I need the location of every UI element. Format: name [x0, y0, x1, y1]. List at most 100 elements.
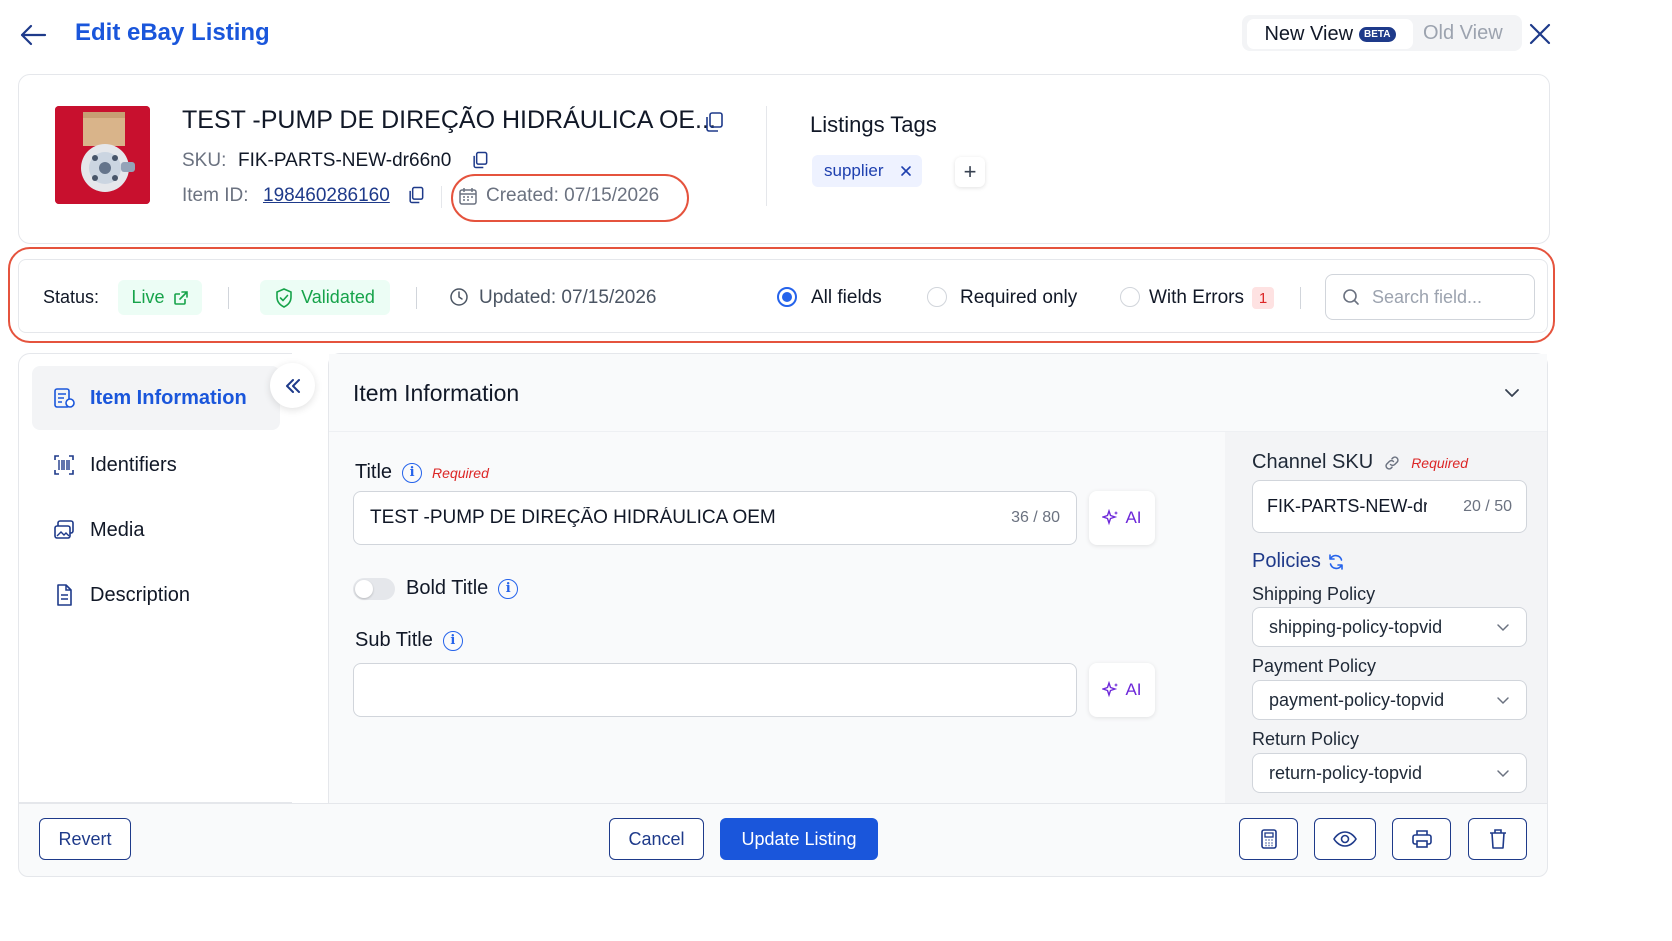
update-listing-button[interactable]: Update Listing — [720, 818, 878, 860]
payment-policy-value: payment-policy-topvid — [1269, 689, 1445, 710]
calculator-icon — [1260, 829, 1277, 849]
add-tag-button[interactable]: + — [955, 157, 985, 187]
item-id-label: Item ID: — [182, 185, 249, 206]
validated-label: Validated — [301, 287, 375, 307]
subtitle-field-label: Sub Title i — [355, 629, 463, 652]
subtitle-input[interactable] — [370, 679, 1060, 701]
media-icon — [52, 518, 76, 542]
title-char-counter: 36 / 80 — [1011, 509, 1060, 526]
payment-policy-select[interactable]: payment-policy-topvid — [1252, 680, 1527, 720]
beta-badge: BETA — [1359, 26, 1396, 42]
title-field-label: Title i Required — [355, 461, 489, 484]
info-icon[interactable]: i — [498, 578, 519, 599]
new-view-label: New View — [1264, 22, 1354, 45]
policies-title-text: Policies — [1252, 550, 1321, 572]
ai-generate-title-button[interactable]: AI — [1089, 491, 1155, 545]
remove-tag-icon[interactable] — [900, 165, 912, 177]
chevron-down-icon[interactable] — [1502, 383, 1522, 403]
sku-value: FIK-PARTS-NEW-dr66n0 — [238, 150, 452, 171]
channel-sku-char-counter: 20 / 50 — [1463, 497, 1512, 515]
search-field[interactable] — [1325, 274, 1535, 320]
copy-icon[interactable] — [406, 185, 426, 205]
ai-label: AI — [1125, 508, 1142, 527]
clock-icon — [449, 287, 469, 307]
calendar-icon — [458, 186, 478, 206]
shipping-policy-value: shipping-policy-topvid — [1269, 616, 1443, 637]
chevron-down-icon — [1496, 766, 1510, 780]
live-status-badge[interactable]: Live — [118, 280, 202, 315]
with-errors-radio[interactable] — [1120, 287, 1140, 307]
collapse-sidebar-button[interactable] — [270, 363, 315, 408]
trash-icon — [1489, 829, 1506, 849]
copy-icon[interactable] — [702, 110, 726, 134]
shipping-policy-label: Shipping Policy — [1252, 584, 1376, 604]
channel-sku-label-text: Channel SKU — [1252, 451, 1374, 473]
search-input[interactable] — [1372, 286, 1512, 308]
all-fields-label[interactable]: All fields — [811, 287, 882, 309]
sidebar-item-media[interactable]: Media — [52, 518, 144, 542]
created-date: Created: 07/15/2026 — [486, 185, 660, 206]
tags-title: Listings Tags — [810, 112, 937, 137]
divider — [766, 106, 767, 206]
validated-badge: Validated — [260, 280, 390, 315]
error-count-badge: 1 — [1252, 287, 1274, 309]
channel-sku-field[interactable]: 20 / 50 — [1252, 480, 1527, 533]
sidebar-item-item-information[interactable]: Item Information — [52, 386, 247, 410]
bold-title-toggle[interactable] — [353, 578, 395, 600]
info-icon[interactable]: i — [442, 630, 463, 651]
preview-button[interactable] — [1314, 818, 1376, 860]
refresh-icon[interactable] — [1327, 553, 1345, 571]
title-input[interactable] — [370, 507, 1012, 529]
old-view-tab[interactable]: Old View — [1423, 22, 1503, 45]
document-icon — [52, 583, 76, 607]
section-title: Item Information — [353, 380, 520, 406]
barcode-icon — [52, 453, 76, 477]
required-only-radio[interactable] — [927, 287, 947, 307]
bold-title-text: Bold Title — [406, 577, 489, 599]
item-id-link[interactable]: 198460286160 — [263, 185, 390, 207]
calculator-button[interactable] — [1239, 818, 1298, 860]
cancel-button[interactable]: Cancel — [609, 818, 704, 860]
back-arrow-icon[interactable] — [18, 20, 48, 50]
return-policy-select[interactable]: return-policy-topvid — [1252, 753, 1527, 793]
print-button[interactable] — [1392, 818, 1451, 860]
sidebar-item-identifiers[interactable]: Identifiers — [52, 453, 177, 477]
copy-icon[interactable] — [470, 150, 490, 170]
ai-label: AI — [1125, 680, 1142, 699]
subtitle-field[interactable] — [353, 663, 1077, 717]
product-thumbnail — [55, 106, 150, 204]
shield-check-icon — [275, 287, 293, 308]
search-icon — [1342, 288, 1360, 306]
sidebar-item-label: Identifiers — [90, 453, 177, 476]
bold-title-label: Bold Title i — [406, 577, 519, 600]
delete-button[interactable] — [1468, 818, 1527, 860]
revert-button[interactable]: Revert — [39, 818, 131, 860]
divider — [416, 287, 417, 309]
shipping-policy-select[interactable]: shipping-policy-topvid — [1252, 607, 1527, 647]
channel-sku-label: Channel SKU Required — [1252, 451, 1468, 474]
sku-label: SKU: — [182, 150, 227, 171]
chevron-down-icon — [1496, 620, 1510, 634]
title-field[interactable]: 36 / 80 — [353, 491, 1077, 545]
ai-generate-subtitle-button[interactable]: AI — [1089, 663, 1155, 717]
new-view-tab[interactable]: New View BETA — [1247, 19, 1413, 49]
divider — [1300, 287, 1301, 309]
printer-icon — [1411, 830, 1432, 848]
updated-date: Updated: 07/15/2026 — [479, 287, 657, 308]
policies-title: Policies — [1252, 550, 1345, 573]
info-icon[interactable]: i — [402, 462, 423, 483]
sidebar-item-label: Item Information — [90, 386, 247, 409]
all-fields-radio[interactable] — [777, 287, 797, 307]
return-policy-label: Return Policy — [1252, 729, 1360, 749]
page-title: Edit eBay Listing — [75, 19, 270, 46]
double-chevron-left-icon — [285, 378, 300, 393]
subtitle-label-text: Sub Title — [355, 629, 433, 651]
link-icon — [1383, 454, 1401, 472]
sidebar-item-description[interactable]: Description — [52, 583, 190, 607]
with-errors-label[interactable]: With Errors — [1149, 287, 1244, 309]
channel-sku-input[interactable] — [1267, 496, 1427, 517]
sparkle-icon — [1102, 681, 1120, 699]
title-label-text: Title — [355, 461, 393, 483]
close-icon[interactable] — [1526, 20, 1554, 48]
required-only-label[interactable]: Required only — [960, 287, 1077, 309]
